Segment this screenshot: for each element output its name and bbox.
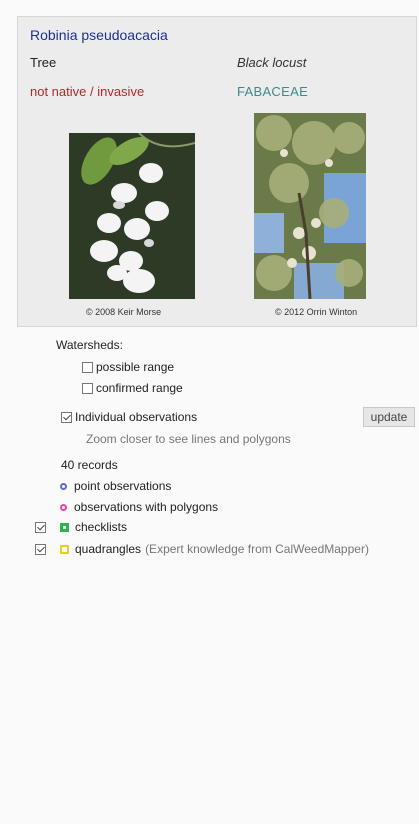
individual-observations-option[interactable]: Individual observations <box>61 410 197 424</box>
legend-point-observations: point observations <box>60 479 171 493</box>
individual-observations-label: Individual observations <box>75 410 198 424</box>
photo-credit: © 2008 Keir Morse <box>86 307 162 317</box>
quadrangle-marker-icon <box>60 544 69 554</box>
checklists-checkbox[interactable] <box>35 521 46 533</box>
quadrangles-note: (Expert knowledge from CalWeedMapper) <box>145 542 369 556</box>
common-name: Black locust <box>237 55 307 70</box>
quadrangles-option[interactable]: quadrangles (Expert knowledge from CalWe… <box>35 542 369 556</box>
quadrangles-checkbox[interactable] <box>35 543 46 555</box>
flower-photo[interactable] <box>69 133 195 299</box>
family-name: FABACEAE <box>237 84 309 99</box>
update-button[interactable]: update <box>363 407 415 427</box>
status-label: not native / invasive <box>30 84 145 99</box>
zoom-hint: Zoom closer to see lines and polygons <box>86 432 291 446</box>
possible-range-checkbox[interactable] <box>82 361 93 373</box>
individual-observations-checkbox[interactable] <box>61 411 72 423</box>
checklists-option[interactable]: checklists <box>35 520 127 534</box>
scientific-name[interactable]: Robinia pseudoacacia <box>30 27 168 43</box>
habit-label: Tree <box>30 55 57 70</box>
photo-credit: © 2012 Orrin Winton <box>275 307 358 317</box>
checklist-marker-icon <box>60 522 69 532</box>
polygon-marker-icon <box>60 503 67 511</box>
quadrangles-label: quadrangles <box>75 542 142 556</box>
point-marker-icon <box>60 482 67 490</box>
confirmed-range-checkbox[interactable] <box>82 382 93 394</box>
species-card: Robinia pseudoacacia Tree Black locust n… <box>17 16 417 327</box>
confirmed-range-option[interactable]: confirmed range <box>82 381 183 395</box>
confirmed-range-label: confirmed range <box>96 381 183 395</box>
watersheds-heading: Watersheds: <box>56 338 123 352</box>
tree-photo[interactable] <box>254 113 366 299</box>
checklists-label: checklists <box>75 520 128 534</box>
possible-range-option[interactable]: possible range <box>82 360 174 374</box>
records-count: 40 records <box>61 458 118 472</box>
legend-polygon-observations: observations with polygons <box>60 500 218 514</box>
possible-range-label: possible range <box>96 360 175 374</box>
